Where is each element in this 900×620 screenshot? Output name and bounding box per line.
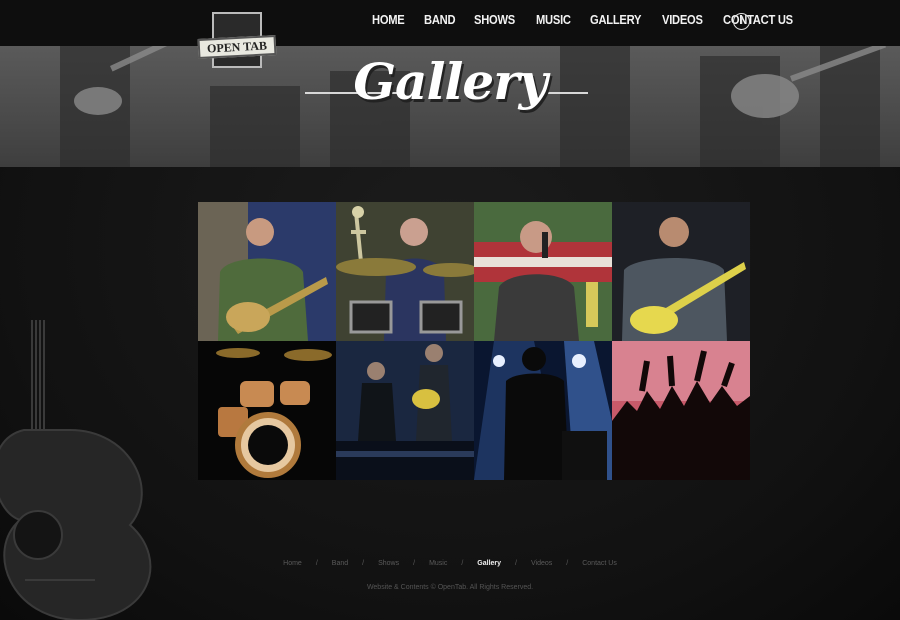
footer-link-band[interactable]: Band xyxy=(332,560,348,567)
nav-item-shows[interactable]: SHOWS xyxy=(474,12,515,27)
page-title: Gallery xyxy=(353,52,547,111)
nav-item-home[interactable]: HOME xyxy=(372,12,405,27)
acoustic-guitar-illustration xyxy=(0,320,152,620)
footer-separator: / xyxy=(515,560,517,567)
singer-photo[interactable] xyxy=(474,202,612,341)
band-stage-photo[interactable] xyxy=(336,341,474,480)
hero-banner: Gallery xyxy=(0,46,900,167)
nav-item-videos[interactable]: VIDEOS xyxy=(662,12,703,27)
footer-link-shows[interactable]: Shows xyxy=(378,560,399,567)
footer-link-gallery[interactable]: Gallery xyxy=(477,560,501,567)
photo-gallery-grid xyxy=(198,202,750,480)
guitarist-photo[interactable] xyxy=(612,202,750,341)
nav-item-music[interactable]: MUSIC xyxy=(536,12,571,27)
footer-separator: / xyxy=(315,560,318,567)
footer-separator: / xyxy=(461,560,464,567)
footer-separator: / xyxy=(413,560,416,567)
crowd-photo[interactable] xyxy=(612,341,750,480)
stage-lights-photo[interactable] xyxy=(474,341,612,480)
footer-nav: Home / Band / Shows / Music / Gallery / … xyxy=(0,560,900,567)
facebook-icon[interactable]: f xyxy=(733,13,750,30)
footer-link-contact-us[interactable]: Contact Us xyxy=(582,560,617,567)
nav-item-band[interactable]: BAND xyxy=(424,12,456,27)
nav-item-gallery[interactable]: GALLERY xyxy=(590,12,641,27)
logo-text: OPEN TAB xyxy=(197,34,277,60)
footer-link-music[interactable]: Music xyxy=(429,560,447,567)
open-tab-logo[interactable]: OPEN TAB xyxy=(197,12,278,74)
copyright-text: Website & Contents © OpenTab. All Rights… xyxy=(366,584,534,591)
footer-separator: / xyxy=(362,560,365,567)
drum-kit-photo[interactable] xyxy=(198,341,336,480)
bassist-photo[interactable] xyxy=(198,202,336,341)
footer-link-home[interactable]: Home xyxy=(283,560,302,567)
footer-link-videos[interactable]: Videos xyxy=(531,560,552,567)
drummer-photo[interactable] xyxy=(336,202,474,341)
footer-separator: / xyxy=(566,560,569,567)
